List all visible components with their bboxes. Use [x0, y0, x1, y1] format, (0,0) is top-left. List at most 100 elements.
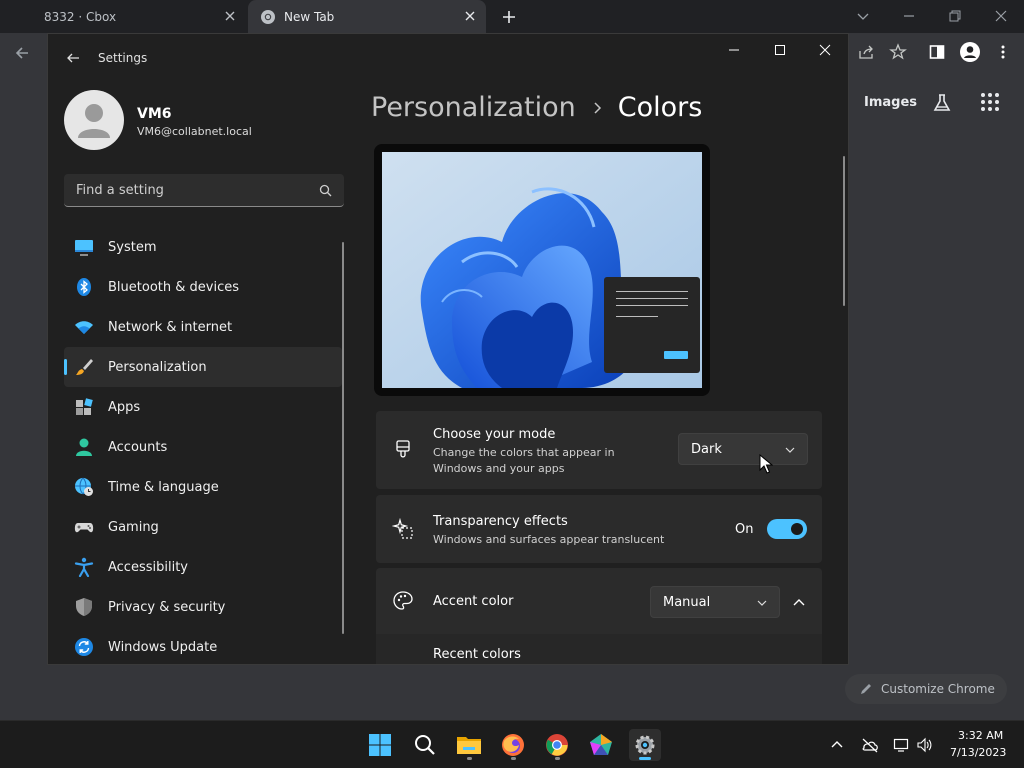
close-icon[interactable]: [222, 8, 238, 24]
palette-icon: [392, 590, 414, 612]
nav-item-network[interactable]: Network & internet: [64, 307, 342, 347]
transparency-title: Transparency effects: [433, 514, 568, 529]
nav-item-apps[interactable]: Apps: [64, 387, 342, 427]
nav-item-time-language[interactable]: Time & language: [64, 467, 342, 507]
nav-item-bluetooth[interactable]: Bluetooth & devices: [64, 267, 342, 307]
apps-icon: [74, 397, 94, 417]
network-display-icon[interactable]: [893, 737, 909, 753]
kebab-menu-icon[interactable]: [994, 43, 1012, 61]
shield-icon: [74, 597, 94, 617]
wallpaper-bloom-image: [382, 152, 702, 388]
close-icon[interactable]: [462, 8, 478, 24]
new-tab-plus-icon[interactable]: [499, 7, 519, 27]
content-scrollbar[interactable]: [843, 156, 845, 306]
nav-label: Time & language: [108, 479, 219, 495]
nav-item-system[interactable]: System: [64, 227, 342, 267]
volume-icon[interactable]: [916, 737, 932, 753]
nav-label: Windows Update: [108, 639, 218, 655]
page-title: Colors: [617, 92, 703, 123]
taskbar-search-button[interactable]: [409, 729, 441, 761]
images-link[interactable]: Images: [864, 95, 917, 110]
back-arrow-icon[interactable]: [12, 43, 32, 63]
taskbar: [0, 720, 1024, 768]
settings-window: Settings VM6 VM6@collabnet.local System …: [47, 33, 849, 665]
pentagon-app-icon: [589, 733, 613, 757]
window-title: Settings: [98, 51, 148, 65]
taskbar-firefox[interactable]: [497, 729, 529, 761]
browser-tab-cbox[interactable]: 8332 · Cbox: [0, 0, 246, 33]
taskbar-settings[interactable]: [629, 729, 661, 761]
taskbar-chrome[interactable]: [541, 729, 573, 761]
user-name: VM6: [137, 106, 172, 122]
start-button[interactable]: [364, 729, 396, 761]
chrome-icon: [545, 733, 569, 757]
accent-dropdown[interactable]: Manual: [650, 586, 780, 618]
bluetooth-icon: [74, 277, 94, 297]
search-icon: [413, 733, 437, 757]
customize-chrome-button[interactable]: Customize Chrome: [845, 674, 1007, 704]
paintbrush-icon: [74, 357, 94, 377]
breadcrumb-parent[interactable]: Personalization: [371, 92, 576, 123]
chevron-down-icon: [785, 445, 795, 455]
nav-label: Accounts: [108, 439, 168, 455]
search-input[interactable]: [64, 174, 304, 206]
chevron-up-icon[interactable]: [792, 595, 806, 609]
transparency-toggle[interactable]: [767, 519, 807, 539]
gamepad-icon: [74, 517, 94, 537]
side-panel-icon[interactable]: [928, 43, 946, 61]
apps-grid-icon[interactable]: [980, 92, 1000, 112]
tray-chevron-up-icon[interactable]: [829, 737, 845, 753]
nav-item-accessibility[interactable]: Accessibility: [64, 547, 342, 587]
sparkle-icon: [392, 518, 414, 540]
taskbar-clock-date[interactable]: 7/13/2023: [950, 746, 1006, 759]
chevron-right-icon: [590, 101, 604, 115]
transparency-description: Windows and surfaces appear translucent: [433, 533, 665, 546]
tab-search-chevron-icon[interactable]: [853, 6, 873, 26]
taskbar-pentagon-app[interactable]: [585, 729, 617, 761]
settings-gear-icon: [633, 733, 657, 757]
search-icon[interactable]: [319, 184, 332, 197]
nav-item-privacy-security[interactable]: Privacy & security: [64, 587, 342, 627]
nav-label: Apps: [108, 399, 141, 415]
paint-brush-mode-icon: [392, 439, 414, 461]
bookmark-star-icon[interactable]: [889, 43, 907, 61]
nav-item-accounts[interactable]: Accounts: [64, 427, 342, 467]
toggle-state-label: On: [735, 522, 754, 537]
nav-scrollbar[interactable]: [342, 242, 344, 634]
user-email: VM6@collabnet.local: [137, 125, 252, 138]
firefox-icon: [501, 733, 525, 757]
tab-title: New Tab: [284, 9, 335, 24]
nav-label: Bluetooth & devices: [108, 279, 239, 295]
mode-dropdown[interactable]: Dark: [678, 433, 808, 465]
minimize-icon[interactable]: [899, 6, 919, 26]
maximize-icon[interactable]: [772, 42, 788, 58]
taskbar-clock-time[interactable]: 3:32 AM: [958, 729, 1003, 742]
share-icon[interactable]: [857, 43, 875, 61]
nav-label: Network & internet: [108, 319, 233, 335]
nav-label: System: [108, 239, 157, 255]
nav-item-personalization[interactable]: Personalization: [64, 347, 342, 387]
restore-icon[interactable]: [945, 6, 965, 26]
back-arrow-icon[interactable]: [65, 50, 81, 66]
accessibility-icon: [74, 557, 94, 577]
minimize-icon[interactable]: [726, 42, 742, 58]
search-box[interactable]: [64, 174, 344, 207]
globe-clock-icon: [74, 477, 94, 497]
monitor-icon: [74, 237, 94, 257]
taskbar-file-explorer[interactable]: [453, 729, 485, 761]
nav-item-gaming[interactable]: Gaming: [64, 507, 342, 547]
avatar[interactable]: [64, 90, 124, 150]
close-icon[interactable]: [817, 42, 833, 58]
labs-flask-icon[interactable]: [931, 92, 953, 114]
browser-tab-new-tab[interactable]: New Tab: [248, 0, 486, 33]
nav-item-windows-update[interactable]: Windows Update: [64, 627, 342, 664]
update-icon: [74, 637, 94, 657]
theme-preview: [374, 144, 710, 396]
profile-avatar-icon[interactable]: [959, 41, 981, 63]
close-icon[interactable]: [991, 6, 1011, 26]
mode-dropdown-value: Dark: [691, 441, 722, 457]
onedrive-offline-icon[interactable]: [861, 737, 878, 753]
mode-title: Choose your mode: [433, 427, 556, 442]
nav-label: Personalization: [108, 359, 207, 375]
mode-description: Change the colors that appear in Windows…: [433, 446, 615, 475]
